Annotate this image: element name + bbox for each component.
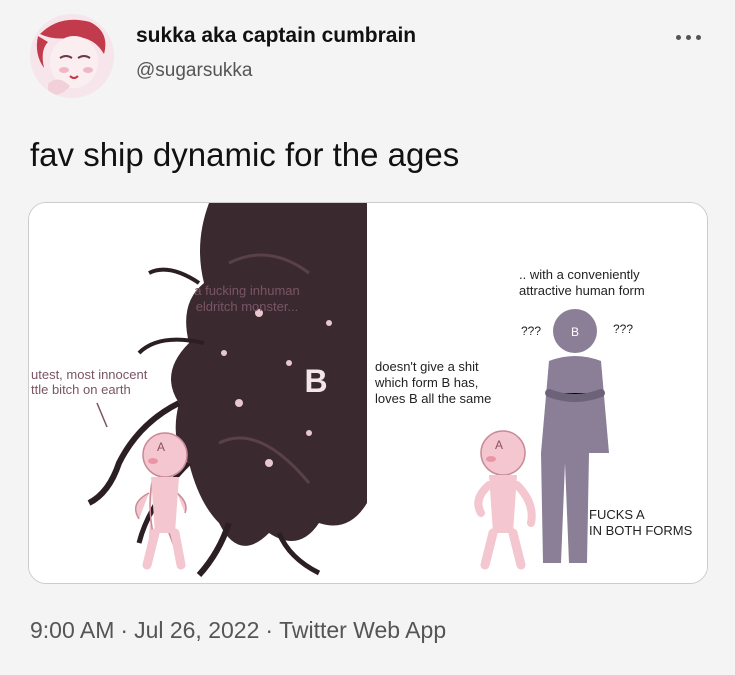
b-head-letter: B [571,325,579,339]
question-left: ??? [521,324,541,338]
tweet-date[interactable]: Jul 26, 2022 [134,617,259,643]
top-label-line2: attractive human form [519,283,645,298]
avatar[interactable] [30,14,114,98]
monster-label-line1: a fucking inhuman [194,283,300,298]
separator: · [120,617,129,643]
side-label-line2: which form B has, [374,375,478,390]
meme-image: a fucking inhuman eldritch monster... B … [29,203,707,583]
dot [696,34,701,40]
tweet-card: sukka aka captain cumbrain @sugarsukka f… [0,0,735,675]
tweet-metadata: 9:00 AM · Jul 26, 2022 · Twitter Web App [30,617,446,644]
dot [686,34,691,40]
tweet-source[interactable]: Twitter Web App [279,617,446,643]
a-head-letter-right: A [495,438,503,452]
question-right: ??? [613,322,633,336]
separator: · [265,617,274,643]
a-label-line2: ttle bitch on earth [31,382,131,397]
display-name[interactable]: sukka aka captain cumbrain [136,24,416,48]
top-label-line1: .. with a conveniently [519,267,640,282]
monster-label-line2: eldritch monster... [196,299,299,314]
dot [676,34,681,40]
avatar-illustration [30,14,114,98]
user-handle[interactable]: @sugarsukka [136,60,252,82]
tweet-time[interactable]: 9:00 AM [30,617,114,643]
side-label-line3: loves B all the same [375,391,491,406]
tweet-text: fav ship dynamic for the ages [30,136,460,173]
tweet-image[interactable]: a fucking inhuman eldritch monster... B … [28,202,708,584]
bottom-label-line2: IN BOTH FORMS [589,523,693,538]
side-label-line1: doesn't give a shit [375,359,479,374]
a-label-line1: utest, most innocent [31,367,148,382]
bottom-label-line1: FUCKS A [589,507,645,522]
b-letter: B [304,363,327,399]
more-horizontal-icon[interactable] [676,32,704,42]
a-head-letter-left: A [157,440,165,454]
